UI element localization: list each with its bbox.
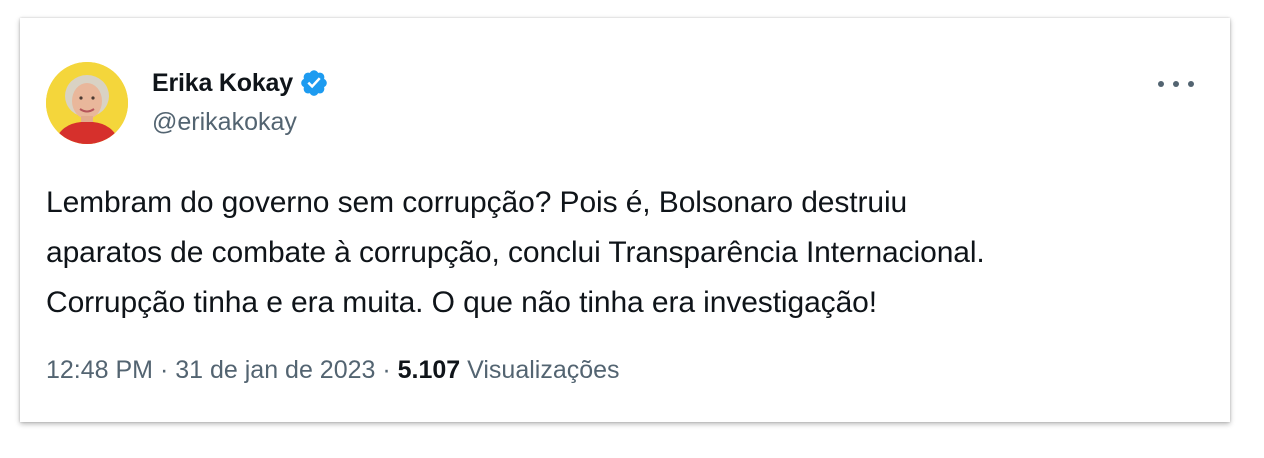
tweet-card[interactable]: Erika Kokay @erikakokay Lembram do gover… xyxy=(20,18,1230,422)
views-count[interactable]: 5.107 xyxy=(398,356,461,384)
tweet-metadata: 12:48 PM · 31 de jan de 2023 · 5.107 Vis… xyxy=(46,356,620,385)
verified-badge-icon xyxy=(299,68,329,98)
more-options-icon[interactable] xyxy=(1158,72,1194,96)
avatar[interactable] xyxy=(46,62,128,144)
tweet-time[interactable]: 12:48 PM xyxy=(46,356,153,384)
tweet-text-line: Corrupção tinha e era muita. O que não t… xyxy=(46,286,877,319)
avatar-image xyxy=(46,62,128,144)
meta-separator: · xyxy=(375,356,398,384)
tweet-date[interactable]: 31 de jan de 2023 xyxy=(175,356,375,384)
meta-separator: · xyxy=(153,356,176,384)
tweet-text-line: aparatos de combate à corrupção, conclui… xyxy=(46,236,985,269)
views-label: Visualizações xyxy=(467,356,620,384)
author-handle[interactable]: @erikakokay xyxy=(152,108,297,137)
author-name[interactable]: Erika Kokay xyxy=(152,69,293,98)
tweet-text-line: Lembram do governo sem corrupção? Pois é… xyxy=(46,186,908,219)
tweet-text: Lembram do governo sem corrupção? Pois é… xyxy=(46,178,1206,328)
author-row: Erika Kokay xyxy=(152,66,329,100)
